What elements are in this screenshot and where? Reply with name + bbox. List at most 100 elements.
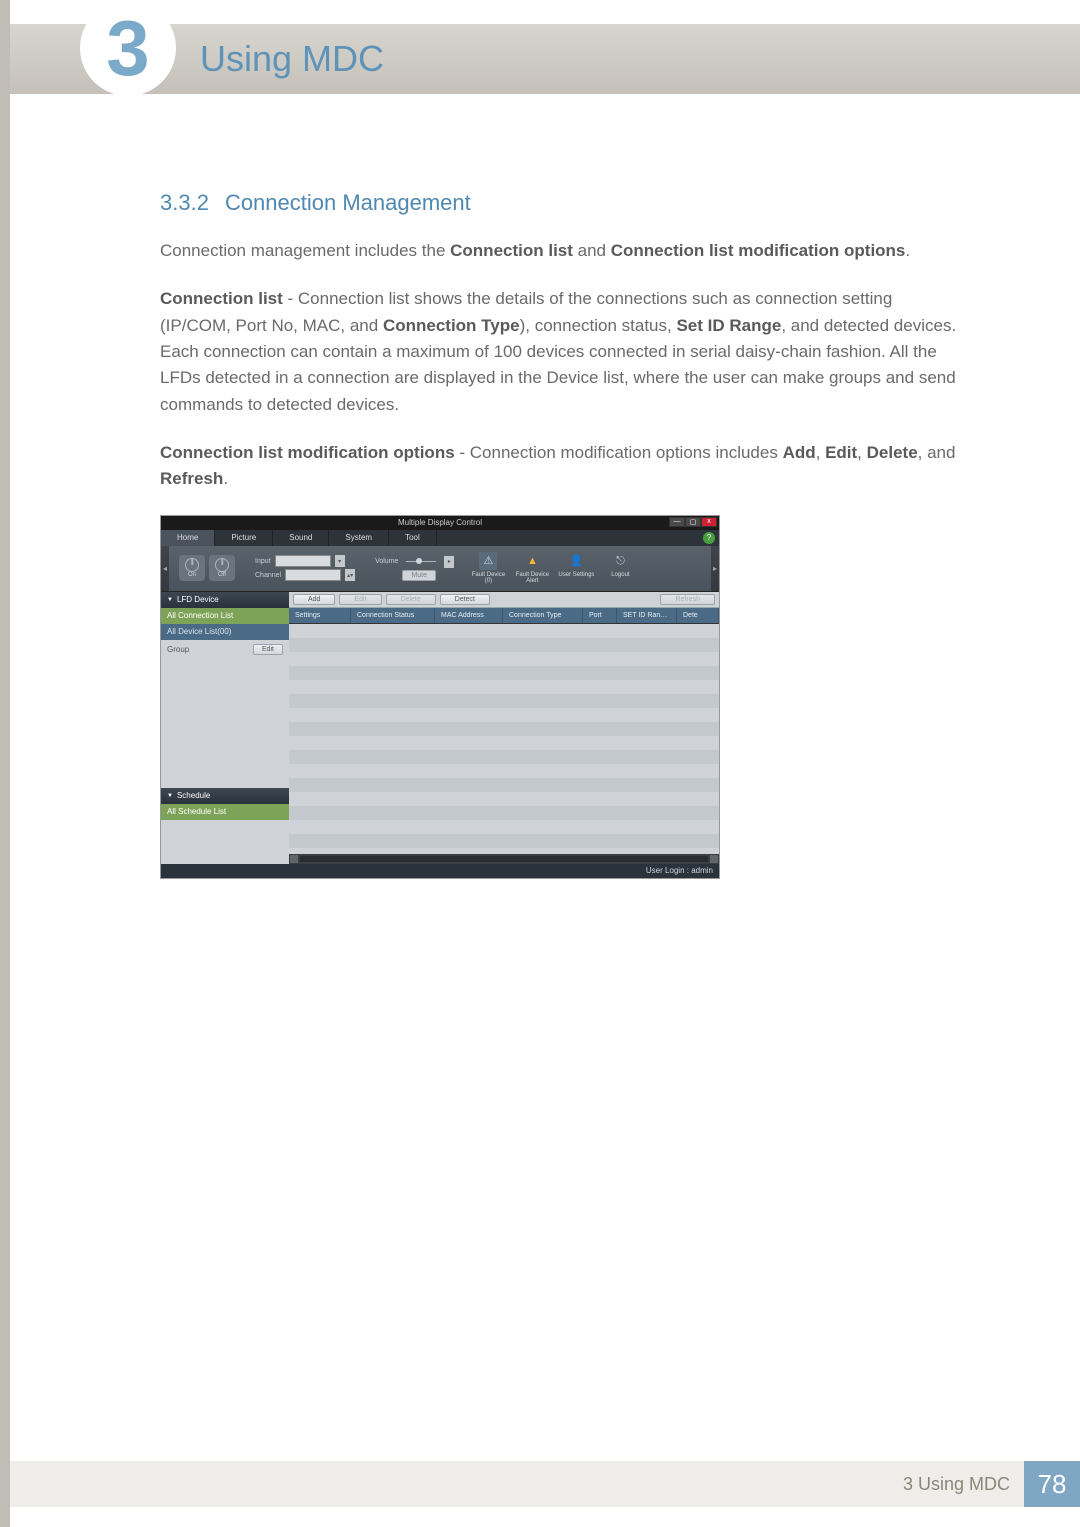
lfd-device-header[interactable]: ▼ LFD Device xyxy=(161,592,289,608)
toolbar: ◂ On Off Input ▾ Channel xyxy=(161,546,719,592)
section-title: Connection Management xyxy=(225,190,471,215)
section-number: 3.3.2 xyxy=(160,190,209,215)
delete-button[interactable]: Delete xyxy=(386,594,436,605)
fault-alert-button[interactable]: ▲ Fault Device Alert xyxy=(512,552,552,585)
group-edit-button[interactable]: Edit xyxy=(253,644,283,655)
refresh-button[interactable]: Refresh xyxy=(660,594,715,605)
group-row: Group Edit xyxy=(167,644,283,655)
all-connection-list-row[interactable]: All Connection List xyxy=(161,608,289,624)
warning-icon: ▲ xyxy=(523,552,541,570)
power-off-button[interactable]: Off xyxy=(209,555,235,581)
menu-tool[interactable]: Tool xyxy=(389,530,437,546)
power-on-label: On xyxy=(188,572,196,578)
section-heading: 3.3.2 Connection Management xyxy=(160,190,960,216)
schedule-label: Schedule xyxy=(177,791,210,800)
table-row xyxy=(289,680,719,694)
page-footer: 3 Using MDC 78 xyxy=(10,1461,1080,1507)
scroll-left-icon[interactable] xyxy=(290,855,298,863)
text-bold: Delete xyxy=(867,443,918,462)
fault-device-button[interactable]: ⚠ Fault Device (0) xyxy=(468,552,508,585)
input-label: Input xyxy=(255,558,271,565)
channel-field[interactable] xyxy=(285,569,341,581)
user-icon: 👤 xyxy=(567,552,585,570)
table-row xyxy=(289,638,719,652)
channel-spinner[interactable]: ▴▾ xyxy=(345,569,355,581)
table-row xyxy=(289,806,719,820)
connection-list-paragraph: Connection list - Connection list shows … xyxy=(160,286,960,418)
close-button[interactable]: x xyxy=(701,517,717,527)
table-row xyxy=(289,652,719,666)
minimize-button[interactable]: — xyxy=(669,517,685,527)
detect-button[interactable]: Detect xyxy=(440,594,490,605)
col-connection-type[interactable]: Connection Type xyxy=(503,608,583,623)
table-row xyxy=(289,666,719,680)
volume-slider[interactable] xyxy=(406,561,436,562)
user-settings-button[interactable]: 👤 User Settings xyxy=(556,552,596,585)
mod-options-paragraph: Connection list modification options - C… xyxy=(160,440,960,493)
user-settings-label: User Settings xyxy=(558,572,594,579)
sidebar: ▼ LFD Device All Connection List All Dev… xyxy=(161,592,289,864)
volume-step-up[interactable]: ▸ xyxy=(444,556,454,568)
col-dete[interactable]: Dete xyxy=(677,608,719,623)
chapter-title: Using MDC xyxy=(200,38,384,80)
col-settings[interactable]: Settings xyxy=(289,608,351,623)
col-port[interactable]: Port xyxy=(583,608,617,623)
table-row xyxy=(289,708,719,722)
table-row xyxy=(289,722,719,736)
toolbar-icon-buttons: ⚠ Fault Device (0) ▲ Fault Device Alert … xyxy=(468,552,640,585)
volume-label: Volume xyxy=(375,558,398,565)
menu-system[interactable]: System xyxy=(329,530,389,546)
main-split: ▼ LFD Device All Connection List All Dev… xyxy=(161,592,719,864)
footer-chapter-label: 3 Using MDC xyxy=(903,1474,1010,1495)
schedule-header[interactable]: ▼ Schedule xyxy=(161,788,289,804)
table-row xyxy=(289,820,719,834)
menu-sound[interactable]: Sound xyxy=(273,530,329,546)
table-row xyxy=(289,736,719,750)
table-row xyxy=(289,834,719,848)
channel-label: Channel xyxy=(255,572,281,579)
toolbar-nav-right[interactable]: ▸ xyxy=(711,546,719,591)
mute-button[interactable]: Mute xyxy=(402,570,436,581)
scroll-track[interactable] xyxy=(300,856,708,862)
text-bold: Connection list xyxy=(450,241,573,260)
main-content: 3.3.2 Connection Management Connection ma… xyxy=(160,190,960,879)
text-span: Connection management includes the xyxy=(160,241,450,260)
text-span: - Connection modification options includ… xyxy=(455,443,783,462)
all-schedule-list-row[interactable]: All Schedule List xyxy=(161,804,289,820)
col-connection-status[interactable]: Connection Status xyxy=(351,608,435,623)
table-row xyxy=(289,792,719,806)
logout-icon: ⎋ xyxy=(611,552,629,570)
help-icon[interactable]: ? xyxy=(703,532,715,544)
text-bold: Connection list xyxy=(160,289,283,308)
all-device-list-row[interactable]: All Device List(00) xyxy=(161,624,289,640)
user-login-status: User Login : admin xyxy=(646,866,713,875)
page-left-stripe xyxy=(0,0,10,1527)
edit-button[interactable]: Edit xyxy=(339,594,381,605)
maximize-button[interactable]: ▢ xyxy=(685,517,701,527)
table-row xyxy=(289,764,719,778)
window-titlebar: Multiple Display Control — ▢ x xyxy=(161,516,719,530)
input-dropdown[interactable] xyxy=(275,555,331,567)
horizontal-scrollbar[interactable] xyxy=(289,854,719,864)
table-row xyxy=(289,694,719,708)
menubar: Home Picture Sound System Tool ? xyxy=(161,530,719,546)
page-number: 78 xyxy=(1024,1461,1080,1507)
scroll-right-icon[interactable] xyxy=(710,855,718,863)
text-span: , xyxy=(816,443,825,462)
power-on-button[interactable]: On xyxy=(179,555,205,581)
menu-picture[interactable]: Picture xyxy=(215,530,273,546)
logout-button[interactable]: ⎋ Logout xyxy=(600,552,640,585)
col-set-id-range[interactable]: SET ID Ran… xyxy=(617,608,677,623)
table-row xyxy=(289,750,719,764)
input-dropdown-caret[interactable]: ▾ xyxy=(335,555,345,567)
text-bold: Set ID Range xyxy=(676,316,781,335)
col-mac-address[interactable]: MAC Address xyxy=(435,608,503,623)
power-icon xyxy=(185,558,199,572)
menu-home[interactable]: Home xyxy=(161,530,215,546)
lfd-device-label: LFD Device xyxy=(177,595,219,604)
text-bold: Edit xyxy=(825,443,857,462)
power-off-label: Off xyxy=(218,572,226,578)
add-button[interactable]: Add xyxy=(293,594,335,605)
intro-paragraph: Connection management includes the Conne… xyxy=(160,238,960,264)
toolbar-nav-left[interactable]: ◂ xyxy=(161,546,169,591)
